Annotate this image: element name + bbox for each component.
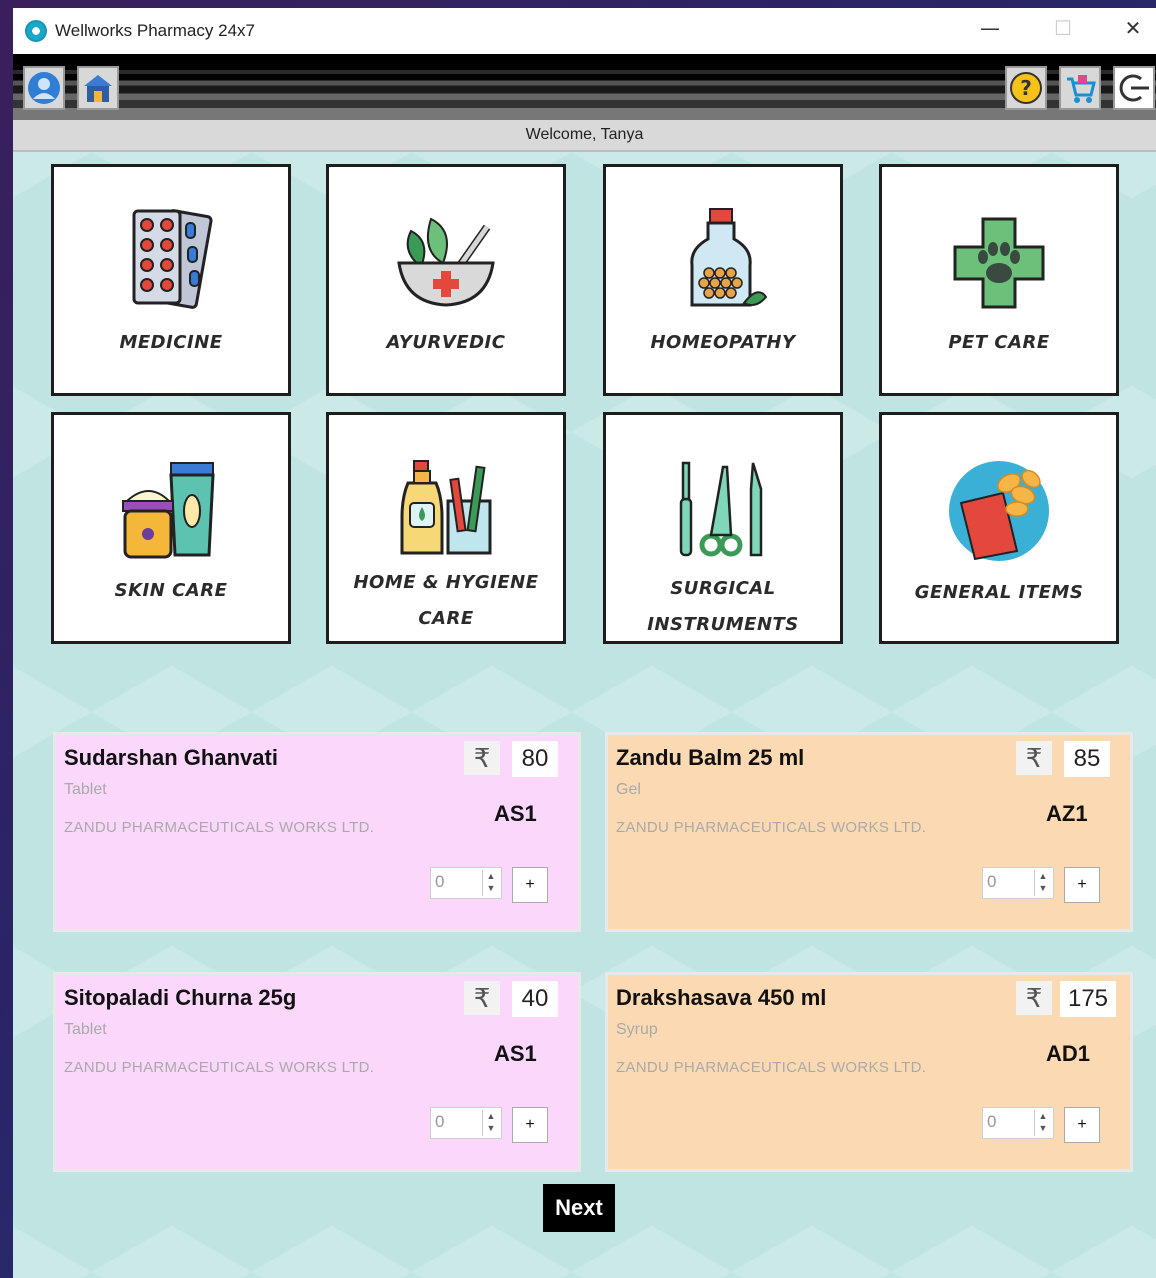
category-label: PET CARE: [948, 332, 1050, 353]
spin-arrows-icon[interactable]: ▲ ▼: [482, 1110, 499, 1136]
quantity-stepper[interactable]: 0 ▲ ▼: [982, 867, 1054, 899]
category-label: AYURVEDIC: [386, 332, 506, 353]
main-content: MEDICINE AYURVEDIC HOMEOPATHY PET CARE S…: [13, 152, 1156, 1278]
product-card: Sitopaladi Churna 25g Tablet ZANDU PHARM…: [53, 972, 581, 1172]
category-label: HOMEOPATHY: [650, 332, 796, 353]
toolbar: ?: [13, 54, 1156, 120]
surgical-tools-icon: [679, 461, 763, 557]
user-profile-button[interactable]: [23, 66, 65, 110]
product-form: Gel: [616, 781, 641, 798]
close-button[interactable]: ✕: [1113, 16, 1153, 40]
category-label-line2: CARE: [418, 608, 474, 629]
rupee-icon: ₹: [464, 741, 500, 775]
logout-icon: [1119, 74, 1149, 102]
spin-arrows-icon[interactable]: ▲ ▼: [1034, 1110, 1051, 1136]
title-bar: Wellworks Pharmacy 24x7 — ☐ ✕: [13, 8, 1156, 54]
category-label: SKIN CARE: [114, 580, 228, 601]
cart-button[interactable]: [1059, 66, 1101, 110]
app-logo-icon: [25, 20, 47, 42]
product-code: AS1: [494, 1041, 537, 1066]
quantity-value: 0: [987, 1112, 997, 1131]
product-name: Sitopaladi Churna 25g: [64, 985, 297, 1010]
svg-text:?: ?: [1020, 76, 1032, 100]
minimize-button[interactable]: —: [970, 16, 1010, 40]
product-form: Tablet: [64, 1021, 107, 1038]
category-homeopathy[interactable]: HOMEOPATHY: [603, 164, 843, 396]
product-price: 40: [512, 981, 558, 1017]
category-label-line2: INSTRUMENTS: [647, 614, 799, 635]
product-name: Sudarshan Ghanvati: [64, 745, 278, 770]
product-card: Zandu Balm 25 ml Gel ZANDU PHARMACEUTICA…: [605, 732, 1133, 932]
product-code: AD1: [1046, 1041, 1091, 1066]
product-manufacturer: ZANDU PHARMACEUTICALS WORKS LTD.: [616, 1059, 927, 1076]
product-name: Drakshasava 450 ml: [616, 985, 827, 1010]
welcome-banner: Welcome, Tanya: [13, 120, 1156, 152]
product-card: Sudarshan Ghanvati Tablet ZANDU PHARMACE…: [53, 732, 581, 932]
paw-cross-icon: [953, 217, 1045, 309]
help-icon: ?: [1010, 72, 1042, 104]
rupee-icon: ₹: [464, 981, 500, 1015]
category-label-line1: SURGICAL: [670, 578, 776, 599]
quantity-value: 0: [435, 1112, 445, 1131]
logout-button[interactable]: [1113, 66, 1155, 110]
category-skin-care[interactable]: SKIN CARE: [51, 412, 291, 644]
product-price: 175: [1060, 981, 1116, 1017]
add-to-cart-button[interactable]: +: [1064, 1107, 1100, 1143]
maximize-button[interactable]: ☐: [1043, 16, 1083, 40]
add-to-cart-button[interactable]: +: [512, 1107, 548, 1143]
product-form: Tablet: [64, 781, 107, 798]
product-manufacturer: ZANDU PHARMACEUTICALS WORKS LTD.: [64, 819, 375, 836]
quantity-value: 0: [987, 872, 997, 891]
next-button[interactable]: Next: [543, 1184, 615, 1232]
product-name: Zandu Balm 25 ml: [616, 745, 805, 770]
quantity-value: 0: [435, 872, 445, 891]
add-to-cart-button[interactable]: +: [1064, 867, 1100, 903]
store-home-icon: [84, 75, 112, 102]
product-manufacturer: ZANDU PHARMACEUTICALS WORKS LTD.: [64, 1059, 375, 1076]
category-label: GENERAL ITEMS: [914, 582, 1084, 603]
quantity-stepper[interactable]: 0 ▲ ▼: [430, 1107, 502, 1139]
bottle-globules-icon: [690, 208, 768, 307]
category-label-line1: HOME & HYGIENE: [353, 572, 539, 593]
category-label: MEDICINE: [119, 332, 223, 353]
category-home-hygiene-care[interactable]: HOME & HYGIENE CARE: [326, 412, 566, 644]
category-surgical-instruments[interactable]: SURGICAL INSTRUMENTS: [603, 412, 843, 644]
store-home-button[interactable]: [77, 66, 119, 110]
soap-toothbrush-icon: [400, 460, 492, 555]
rupee-icon: ₹: [1016, 981, 1052, 1015]
cream-tube-icon: [122, 462, 215, 559]
category-medicine[interactable]: MEDICINE: [51, 164, 291, 396]
product-card: Drakshasava 450 ml Syrup ZANDU PHARMACEU…: [605, 972, 1133, 1172]
product-price: 80: [512, 741, 558, 777]
product-price: 85: [1064, 741, 1110, 777]
product-form: Syrup: [616, 1021, 658, 1038]
product-code: AS1: [494, 801, 537, 826]
category-ayurvedic[interactable]: AYURVEDIC: [326, 164, 566, 396]
quantity-stepper[interactable]: 0 ▲ ▼: [982, 1107, 1054, 1139]
product-manufacturer: ZANDU PHARMACEUTICALS WORKS LTD.: [616, 819, 927, 836]
pill-blister-icon: [132, 209, 213, 309]
spin-arrows-icon[interactable]: ▲ ▼: [482, 870, 499, 896]
window-title: Wellworks Pharmacy 24x7: [55, 21, 255, 40]
chips-packet-icon: [949, 461, 1049, 561]
spin-arrows-icon[interactable]: ▲ ▼: [1034, 870, 1051, 896]
cart-icon: [1067, 75, 1096, 103]
user-profile-icon: [28, 72, 60, 104]
quantity-stepper[interactable]: 0 ▲ ▼: [430, 867, 502, 899]
category-general-items[interactable]: GENERAL ITEMS: [879, 412, 1119, 644]
help-button[interactable]: ?: [1005, 66, 1047, 110]
app-window: Wellworks Pharmacy 24x7 — ☐ ✕ ? Welcome,…: [13, 8, 1156, 1278]
add-to-cart-button[interactable]: +: [512, 867, 548, 903]
mortar-herb-icon: [397, 217, 495, 307]
product-code: AZ1: [1046, 801, 1088, 826]
rupee-icon: ₹: [1016, 741, 1052, 775]
category-pet-care[interactable]: PET CARE: [879, 164, 1119, 396]
